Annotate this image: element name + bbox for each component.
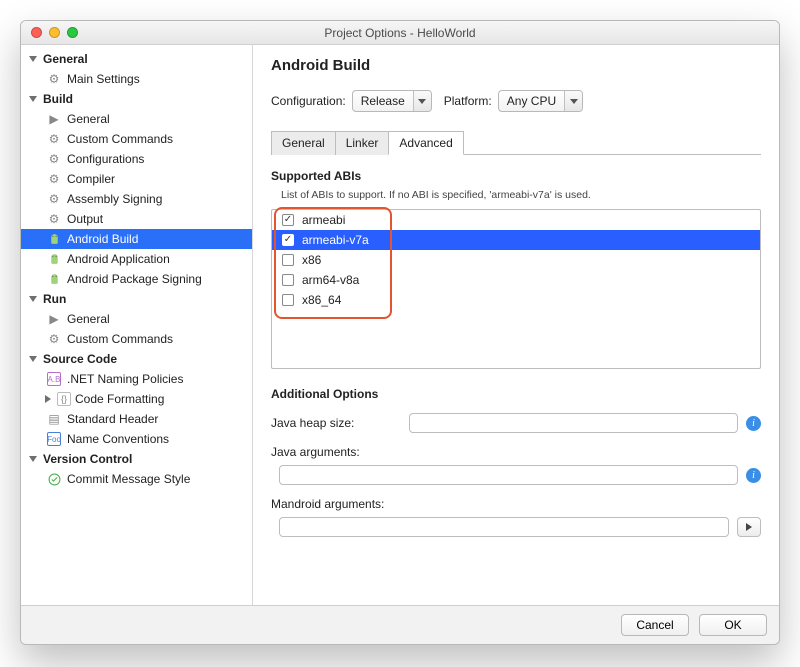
mandroid-args-label: Mandroid arguments: (271, 497, 401, 511)
sidebar-item-android-package-signing[interactable]: Android Package Signing (21, 269, 252, 289)
abi-list[interactable]: armeabi armeabi-v7a x86 arm64-v8a x86_64 (271, 209, 761, 369)
configuration-label: Configuration: (271, 94, 346, 108)
tab-bar: General Linker Advanced (271, 130, 761, 155)
sidebar-item-name-conventions[interactable]: Foo Name Conventions (21, 429, 252, 449)
sidebar-group-general[interactable]: General (21, 49, 252, 69)
checkbox-icon[interactable] (282, 234, 294, 246)
sidebar-item-build-general[interactable]: ▶ General (21, 109, 252, 129)
gear-icon: ⚙︎ (47, 192, 61, 206)
java-heap-input[interactable] (409, 413, 738, 433)
tab-general[interactable]: General (271, 131, 336, 155)
checkbox-icon[interactable] (282, 294, 294, 306)
info-icon[interactable]: i (746, 416, 761, 431)
mandroid-args-input[interactable] (279, 517, 729, 537)
supported-abis-title: Supported ABIs (271, 169, 761, 183)
sidebar-item-standard-header[interactable]: ▤ Standard Header (21, 409, 252, 429)
run-button[interactable] (737, 517, 761, 537)
project-options-window: Project Options - HelloWorld General ⚙︎ … (20, 20, 780, 645)
checkbox-icon[interactable] (282, 254, 294, 266)
android-icon (47, 252, 61, 266)
main-panel: Android Build Configuration: Release Pla… (253, 45, 779, 605)
info-icon[interactable]: i (746, 468, 761, 483)
checkbox-icon[interactable] (282, 274, 294, 286)
abi-row-armeabi-v7a[interactable]: armeabi-v7a (272, 230, 760, 250)
titlebar: Project Options - HelloWorld (21, 21, 779, 45)
config-row: Configuration: Release Platform: Any CPU (271, 90, 761, 112)
window-title: Project Options - HelloWorld (21, 26, 779, 40)
sidebar-item-run-custom-commands[interactable]: ⚙︎ Custom Commands (21, 329, 252, 349)
format-icon: {} (57, 392, 71, 406)
java-heap-label: Java heap size: (271, 416, 401, 430)
gear-icon: ⚙︎ (47, 152, 61, 166)
sidebar-item-android-build[interactable]: Android Build (21, 229, 252, 249)
abi-row-armeabi[interactable]: armeabi (272, 210, 760, 230)
sidebar-item-compiler[interactable]: ⚙︎ Compiler (21, 169, 252, 189)
sidebar-group-version-control[interactable]: Version Control (21, 449, 252, 469)
tab-linker[interactable]: Linker (335, 131, 390, 155)
sidebar-item-custom-commands[interactable]: ⚙︎ Custom Commands (21, 129, 252, 149)
sidebar-item-main-settings[interactable]: ⚙︎ Main Settings (21, 69, 252, 89)
java-args-label: Java arguments: (271, 445, 401, 459)
chevron-down-icon (564, 91, 582, 111)
check-circle-icon (47, 472, 61, 486)
sidebar-item-run-general[interactable]: ▶ General (21, 309, 252, 329)
play-icon: ▶ (47, 112, 61, 126)
platform-select[interactable]: Any CPU (498, 90, 583, 112)
java-args-input[interactable] (279, 465, 738, 485)
name-icon: Foo (47, 432, 61, 446)
sidebar-item-configurations[interactable]: ⚙︎ Configurations (21, 149, 252, 169)
configuration-select[interactable]: Release (352, 90, 432, 112)
sidebar-item-net-naming-policies[interactable]: A.B .NET Naming Policies (21, 369, 252, 389)
sidebar-item-assembly-signing[interactable]: ⚙︎ Assembly Signing (21, 189, 252, 209)
mandroid-args-input-row (271, 517, 761, 537)
java-heap-row: Java heap size: i (271, 413, 761, 433)
abi-row-arm64-v8a[interactable]: arm64-v8a (272, 270, 760, 290)
play-icon: ▶ (47, 312, 61, 326)
abi-row-x86[interactable]: x86 (272, 250, 760, 270)
tab-advanced[interactable]: Advanced (388, 131, 463, 155)
sidebar-item-commit-message-style[interactable]: Commit Message Style (21, 469, 252, 489)
chevron-down-icon (413, 91, 431, 111)
ok-button[interactable]: OK (699, 614, 767, 636)
abi-row-x86-64[interactable]: x86_64 (272, 290, 760, 310)
cancel-button[interactable]: Cancel (621, 614, 689, 636)
sidebar-item-code-formatting[interactable]: {} Code Formatting (21, 389, 252, 409)
checkbox-icon[interactable] (282, 214, 294, 226)
platform-label: Platform: (444, 94, 492, 108)
page-title: Android Build (271, 57, 761, 74)
java-args-row: Java arguments: (271, 445, 761, 459)
java-args-input-row: i (271, 465, 761, 485)
dialog-footer: Cancel OK (21, 605, 779, 644)
sidebar-item-android-application[interactable]: Android Application (21, 249, 252, 269)
policy-icon: A.B (47, 372, 61, 386)
gear-icon: ⚙︎ (47, 72, 61, 86)
doc-icon: ▤ (47, 412, 61, 426)
sidebar-group-source-code[interactable]: Source Code (21, 349, 252, 369)
gear-icon: ⚙︎ (47, 172, 61, 186)
supported-abis-hint: List of ABIs to support. If no ABI is sp… (271, 189, 761, 201)
sidebar: General ⚙︎ Main Settings Build ▶ General… (21, 45, 253, 605)
mandroid-args-row: Mandroid arguments: (271, 497, 761, 511)
sidebar-group-run[interactable]: Run (21, 289, 252, 309)
gear-icon: ⚙︎ (47, 132, 61, 146)
gear-icon: ⚙︎ (47, 332, 61, 346)
sidebar-group-build[interactable]: Build (21, 89, 252, 109)
gear-icon: ⚙︎ (47, 212, 61, 226)
android-icon (47, 232, 61, 246)
sidebar-item-output[interactable]: ⚙︎ Output (21, 209, 252, 229)
additional-options-title: Additional Options (271, 387, 761, 401)
android-icon (47, 272, 61, 286)
